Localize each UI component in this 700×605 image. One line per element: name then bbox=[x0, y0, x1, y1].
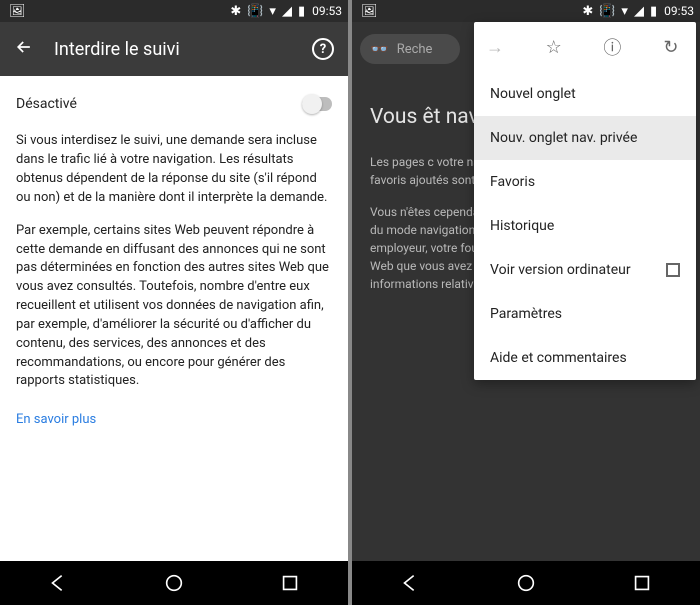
app-bar: Interdire le suivi ? bbox=[0, 22, 348, 76]
nav-bar bbox=[0, 561, 348, 605]
phone-right: 🖼 ✱ 📳 ▾ ◢ ▮ 09:53 👓 Reche Vous êt naviga… bbox=[352, 0, 700, 605]
menu-desktop-site[interactable]: Voir version ordinateur bbox=[474, 248, 696, 292]
phone-left: 🖼 ✱ 📳 ▾ ◢ ▮ 09:53 Interdire le suivi ? D… bbox=[0, 0, 348, 605]
overflow-menu: → ☆ ⓘ ↻ Nouvel onglet Nouv. onglet nav. … bbox=[474, 22, 696, 380]
toggle-label: Désactivé bbox=[16, 94, 302, 114]
toggle-switch[interactable] bbox=[302, 97, 332, 111]
omnibox-placeholder: Reche bbox=[397, 42, 433, 57]
incognito-icon: 👓 bbox=[370, 40, 389, 58]
learn-more-link[interactable]: En savoir plus bbox=[16, 411, 96, 430]
battery-icon: ▮ bbox=[650, 5, 657, 18]
menu-new-incognito-tab[interactable]: Nouv. onglet nav. privée bbox=[474, 116, 696, 160]
menu-help[interactable]: Aide et commentaires bbox=[474, 336, 696, 380]
wifi-icon: ▾ bbox=[621, 5, 628, 18]
do-not-track-toggle-row[interactable]: Désactivé bbox=[16, 94, 332, 114]
nav-bar bbox=[352, 561, 700, 605]
nav-back-icon[interactable] bbox=[47, 572, 69, 594]
battery-icon: ▮ bbox=[298, 5, 305, 18]
vibrate-icon: 📳 bbox=[247, 5, 263, 18]
forward-icon[interactable]: → bbox=[484, 37, 506, 58]
info-icon[interactable]: ⓘ bbox=[601, 34, 623, 60]
help-icon[interactable]: ? bbox=[312, 38, 334, 60]
wifi-icon: ▾ bbox=[269, 5, 276, 18]
clock: 09:53 bbox=[664, 4, 694, 18]
back-icon[interactable] bbox=[14, 37, 34, 61]
menu-icon-row: → ☆ ⓘ ↻ bbox=[474, 22, 696, 72]
status-bar: 🖼 ✱ 📳 ▾ ◢ ▮ 09:53 bbox=[0, 0, 348, 22]
nav-recent-icon[interactable] bbox=[631, 572, 653, 594]
nav-back-icon[interactable] bbox=[399, 572, 421, 594]
nav-home-icon[interactable] bbox=[163, 572, 185, 594]
menu-new-tab[interactable]: Nouvel onglet bbox=[474, 72, 696, 116]
menu-bookmarks[interactable]: Favoris bbox=[474, 160, 696, 204]
signal-icon: ◢ bbox=[282, 5, 292, 18]
omnibox[interactable]: 👓 Reche bbox=[360, 34, 460, 64]
status-bar: 🖼 ✱ 📳 ▾ ◢ ▮ 09:53 bbox=[352, 0, 700, 22]
reload-icon[interactable]: ↻ bbox=[660, 37, 682, 58]
page-title: Interdire le suivi bbox=[54, 39, 292, 60]
description-1: Si vous interdisez le suivi, une demande… bbox=[16, 132, 332, 207]
bluetooth-icon: ✱ bbox=[230, 5, 241, 18]
menu-history[interactable]: Historique bbox=[474, 204, 696, 248]
signal-icon: ◢ bbox=[634, 5, 644, 18]
nav-home-icon[interactable] bbox=[515, 572, 537, 594]
description-2: Par exemple, certains sites Web peuvent … bbox=[16, 222, 332, 392]
star-icon[interactable]: ☆ bbox=[543, 37, 565, 58]
vibrate-icon: 📳 bbox=[599, 5, 615, 18]
settings-content: Désactivé Si vous interdisez le suivi, u… bbox=[0, 76, 348, 561]
nav-recent-icon[interactable] bbox=[279, 572, 301, 594]
clock: 09:53 bbox=[312, 4, 342, 18]
checkbox-icon[interactable] bbox=[666, 263, 680, 277]
menu-settings[interactable]: Paramètres bbox=[474, 292, 696, 336]
bluetooth-icon: ✱ bbox=[582, 5, 593, 18]
picture-icon: 🖼 bbox=[9, 5, 26, 18]
picture-icon: 🖼 bbox=[361, 5, 378, 18]
